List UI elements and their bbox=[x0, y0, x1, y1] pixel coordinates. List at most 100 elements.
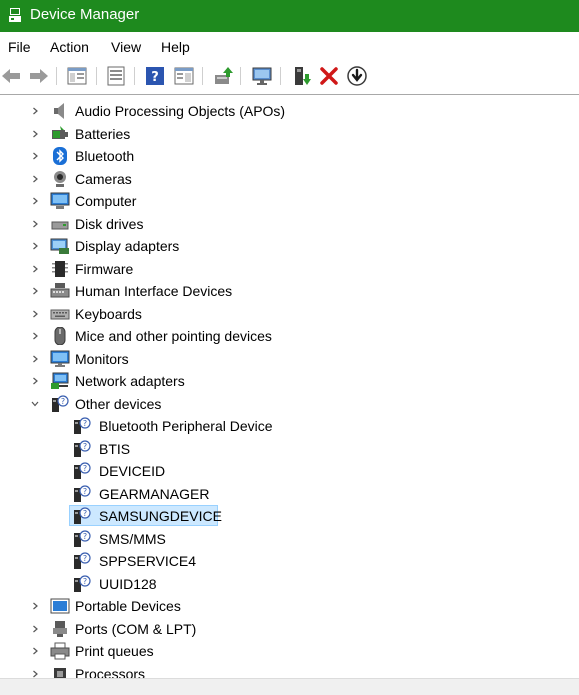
chevron-right-icon[interactable] bbox=[30, 151, 40, 161]
scan-hardware-icon[interactable] bbox=[251, 65, 273, 87]
chevron-right-icon[interactable] bbox=[30, 601, 40, 611]
svg-text:?: ? bbox=[151, 70, 159, 85]
menu-bar: File Action View Help bbox=[0, 32, 579, 60]
port-icon bbox=[50, 620, 70, 638]
tree-device-samsungdevice[interactable]: ? SAMSUNGDEVICE bbox=[0, 505, 579, 528]
tree-category-monitors[interactable]: Monitors bbox=[0, 348, 579, 371]
tree-category-computer[interactable]: Computer bbox=[0, 190, 579, 213]
tree-category-label: Mice and other pointing devices bbox=[75, 328, 272, 344]
hid-icon bbox=[50, 282, 70, 300]
chevron-right-icon[interactable] bbox=[30, 376, 40, 386]
chevron-right-icon[interactable] bbox=[30, 354, 40, 364]
tree-device-label: BTIS bbox=[99, 440, 131, 457]
tree-category-disk-drives[interactable]: Disk drives bbox=[0, 213, 579, 236]
svg-text:?: ? bbox=[83, 419, 87, 428]
title-bar: Device Manager bbox=[0, 0, 579, 32]
tree-category-firmware[interactable]: Firmware bbox=[0, 258, 579, 281]
show-hide-console-tree-icon[interactable] bbox=[66, 65, 88, 87]
menu-action[interactable]: Action bbox=[50, 38, 89, 56]
computer-icon bbox=[50, 192, 70, 210]
tree-category-network-adapters[interactable]: Network adapters bbox=[0, 370, 579, 393]
device-tree: Audio Processing Objects (APOs) Batteries… bbox=[0, 95, 579, 678]
back-arrow-icon[interactable] bbox=[0, 65, 22, 87]
update-driver-icon[interactable] bbox=[212, 65, 234, 87]
tree-device-gearmanager[interactable]: ? GEARMANAGER bbox=[0, 483, 579, 506]
tree-category-label: Keyboards bbox=[75, 305, 142, 322]
chevron-right-icon[interactable] bbox=[30, 129, 40, 139]
menu-help[interactable]: Help bbox=[161, 38, 190, 56]
chevron-right-icon[interactable] bbox=[30, 286, 40, 296]
tree-device-sms-mms[interactable]: ? SMS/MMS bbox=[0, 528, 579, 551]
tree-category-bluetooth[interactable]: Bluetooth bbox=[0, 145, 579, 168]
chevron-right-icon[interactable] bbox=[30, 646, 40, 656]
tree-category-label: Audio Processing Objects (APOs) bbox=[75, 103, 286, 119]
window-title: Device Manager bbox=[30, 6, 140, 23]
action-pane-icon[interactable] bbox=[173, 65, 195, 87]
tree-category-audio-processing-objects-apos[interactable]: Audio Processing Objects (APOs) bbox=[0, 100, 579, 123]
tree-device-uuid128[interactable]: ? UUID128 bbox=[0, 573, 579, 596]
tree-device-deviceid[interactable]: ? DEVICEID bbox=[0, 460, 579, 483]
tree-category-cameras[interactable]: Cameras bbox=[0, 168, 579, 191]
tree-device-label: SPPSERVICE4 bbox=[99, 553, 197, 569]
tree-device-label: SMS/MMS bbox=[99, 530, 166, 547]
chevron-right-icon[interactable] bbox=[30, 219, 40, 229]
tree-category-label: Monitors bbox=[75, 350, 129, 367]
tree-category-mice-and-other-pointing-devices[interactable]: Mice and other pointing devices bbox=[0, 325, 579, 348]
chevron-right-icon[interactable] bbox=[30, 331, 40, 341]
tree-category-ports-com-lpt[interactable]: Ports (COM & LPT) bbox=[0, 618, 579, 641]
tree-device-btis[interactable]: ? BTIS bbox=[0, 438, 579, 461]
tree-category-human-interface-devices[interactable]: Human Interface Devices bbox=[0, 280, 579, 303]
battery-icon bbox=[50, 125, 70, 143]
forward-arrow-icon[interactable] bbox=[28, 65, 50, 87]
unknown-device-icon: ? bbox=[72, 484, 92, 503]
tree-device-label: Bluetooth Peripheral Device bbox=[99, 418, 273, 434]
toolbar-separator bbox=[56, 67, 57, 85]
tree-category-portable-devices[interactable]: Portable Devices bbox=[0, 595, 579, 618]
firmware-chip-icon bbox=[50, 260, 70, 278]
toolbar-separator bbox=[202, 67, 203, 85]
tree-category-batteries[interactable]: Batteries bbox=[0, 123, 579, 146]
chevron-down-icon[interactable] bbox=[30, 399, 40, 409]
tree-category-label: Firmware bbox=[75, 260, 134, 277]
tree-category-display-adapters[interactable]: Display adapters bbox=[0, 235, 579, 258]
svg-text:?: ? bbox=[83, 509, 87, 518]
tree-category-print-queues[interactable]: Print queues bbox=[0, 640, 579, 663]
tree-category-keyboards[interactable]: Keyboards bbox=[0, 303, 579, 326]
menu-view[interactable]: View bbox=[111, 38, 141, 56]
svg-text:?: ? bbox=[83, 532, 87, 541]
tree-device-bluetooth-peripheral-device[interactable]: ? Bluetooth Peripheral Device bbox=[0, 415, 579, 438]
chevron-right-icon[interactable] bbox=[30, 196, 40, 206]
unknown-device-icon: ? bbox=[72, 417, 92, 435]
unknown-device-icon: ? bbox=[72, 507, 92, 525]
network-adapter-icon bbox=[50, 372, 70, 390]
toolbar-separator bbox=[96, 67, 97, 85]
mouse-icon bbox=[50, 326, 70, 346]
svg-text:?: ? bbox=[83, 577, 87, 586]
chevron-right-icon[interactable] bbox=[30, 309, 40, 319]
menu-file[interactable]: File bbox=[8, 38, 31, 56]
chevron-right-icon[interactable] bbox=[30, 106, 40, 116]
chevron-right-icon[interactable] bbox=[30, 624, 40, 634]
disable-device-icon[interactable] bbox=[346, 65, 368, 87]
tree-category-label: Human Interface Devices bbox=[75, 283, 233, 299]
tree-category-label: Computer bbox=[75, 193, 137, 209]
display-adapter-icon bbox=[50, 237, 70, 255]
processor-icon bbox=[50, 665, 70, 678]
help-icon[interactable]: ? bbox=[144, 65, 166, 87]
unknown-device-icon: ? bbox=[50, 394, 70, 413]
chevron-right-icon[interactable] bbox=[30, 264, 40, 274]
chevron-right-icon[interactable] bbox=[30, 241, 40, 251]
unknown-device-icon: ? bbox=[72, 439, 92, 458]
chevron-right-icon[interactable] bbox=[30, 174, 40, 184]
uninstall-device-icon[interactable] bbox=[318, 65, 340, 87]
tree-category-other-devices[interactable]: ? Other devices bbox=[0, 393, 579, 416]
tree-device-sppservice4[interactable]: ? SPPSERVICE4 bbox=[0, 550, 579, 573]
chevron-right-icon[interactable] bbox=[30, 669, 40, 679]
tree-category-processors[interactable]: Processors bbox=[0, 663, 579, 679]
properties-icon[interactable] bbox=[105, 65, 127, 87]
unknown-device-icon: ? bbox=[72, 529, 92, 548]
enable-device-icon[interactable] bbox=[290, 65, 312, 87]
tree-category-label: Other devices bbox=[75, 395, 162, 412]
tree-category-label: Cameras bbox=[75, 170, 132, 187]
svg-text:?: ? bbox=[83, 464, 87, 473]
